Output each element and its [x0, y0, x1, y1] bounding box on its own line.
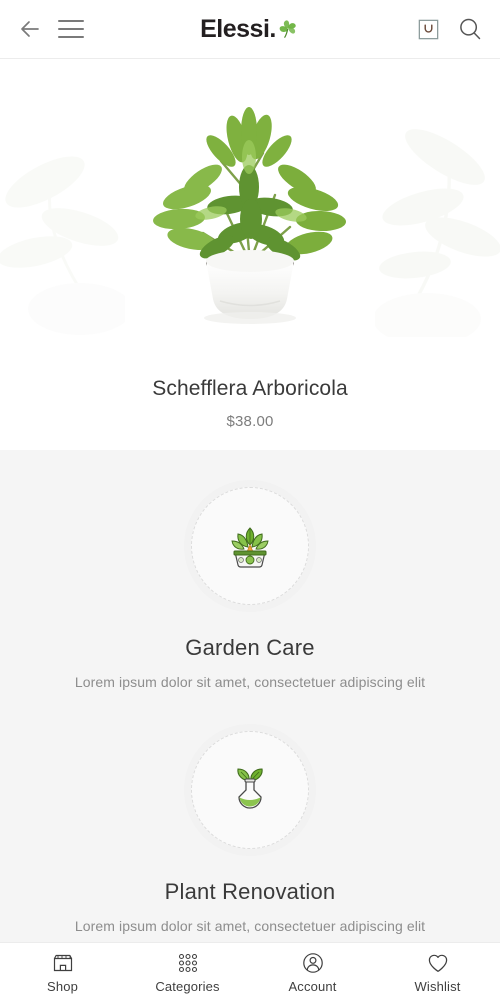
plant-image-next	[375, 129, 500, 337]
arrow-left-icon	[21, 21, 39, 37]
nav-item-account[interactable]: Account	[250, 943, 375, 1000]
nav-label: Wishlist	[414, 978, 461, 994]
features-section: Garden Care Lorem ipsum dolor sit amet, …	[0, 450, 500, 1000]
mobile-app-screen: Elessi. Schefflera Arboricola $38.00 Gar…	[0, 0, 500, 1000]
carousel-slide-current[interactable]	[125, 87, 375, 337]
feature-title: Plant Renovation	[164, 879, 336, 904]
logo-text: Elessi.	[200, 14, 276, 43]
bottom-navigation: Shop Categories Account Wishlist	[0, 942, 500, 1000]
carousel-slide-next[interactable]	[375, 87, 500, 337]
app-header: Elessi.	[0, 0, 500, 59]
feature-garden-care[interactable]: Garden Care Lorem ipsum dolor sit amet, …	[0, 487, 500, 690]
hamburger-menu-icon-line	[58, 27, 84, 31]
product-carousel[interactable]	[0, 87, 500, 359]
product-carousel-section[interactable]: Schefflera Arboricola $38.00	[0, 59, 500, 450]
hamburger-menu-icon-line	[58, 19, 84, 22]
plant-image-previous	[0, 156, 125, 335]
clover-leaf-icon	[279, 19, 296, 38]
hamburger-menu-icon-line	[58, 36, 84, 39]
carousel-slide-previous[interactable]	[0, 87, 125, 337]
plant-flask-icon	[237, 768, 263, 809]
nav-item-wishlist[interactable]: Wishlist	[375, 943, 500, 1000]
product-price: $38.00	[226, 413, 274, 431]
feature-title: Garden Care	[185, 635, 315, 660]
feature-description: Lorem ipsum dolor sit amet, consectetuer…	[74, 674, 426, 690]
product-title[interactable]: Schefflera Arboricola	[152, 375, 348, 402]
search-icon	[460, 18, 481, 40]
nav-item-shop[interactable]: Shop	[0, 943, 125, 1000]
feature-plant-renovation[interactable]: Plant Renovation Lorem ipsum dolor sit a…	[0, 731, 500, 934]
feature-icon-circle	[191, 731, 309, 849]
heart-icon	[428, 954, 447, 972]
nav-label: Shop	[47, 978, 78, 994]
nav-label: Account	[288, 978, 337, 994]
grid-dots-icon	[178, 953, 197, 972]
nav-label: Categories	[155, 978, 220, 994]
search-button[interactable]	[456, 15, 484, 43]
back-button[interactable]	[16, 15, 44, 43]
menu-button[interactable]	[58, 19, 84, 39]
plant-basket-icon	[231, 527, 269, 568]
site-logo[interactable]: Elessi.	[200, 14, 300, 43]
nav-item-categories[interactable]: Categories	[125, 943, 250, 1000]
schefflera-plant-image	[153, 107, 346, 324]
user-circle-icon	[302, 952, 323, 973]
shopping-bag-icon	[418, 19, 439, 39]
header-right-actions	[415, 15, 484, 43]
storefront-icon	[53, 954, 72, 971]
product-info: Schefflera Arboricola $38.00	[152, 375, 348, 430]
header-left-actions	[16, 15, 84, 43]
feature-icon-circle	[191, 487, 309, 605]
feature-description: Lorem ipsum dolor sit amet, consectetuer…	[74, 918, 426, 934]
cart-button[interactable]	[415, 16, 442, 43]
